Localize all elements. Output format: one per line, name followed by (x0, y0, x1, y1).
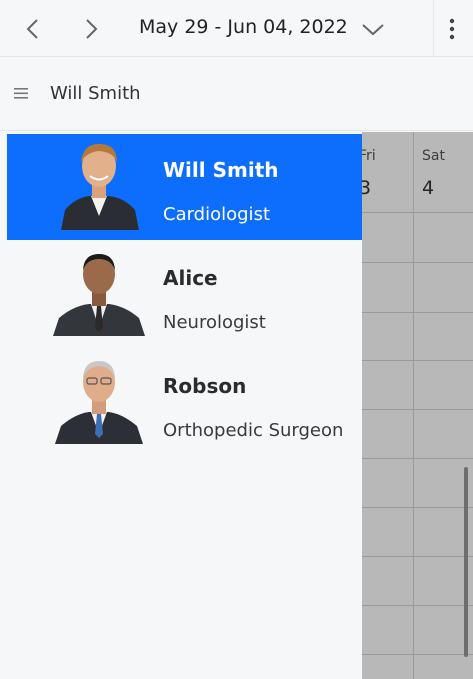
resource-name: Alice (163, 266, 218, 290)
avatar-alice (53, 254, 145, 336)
date-range-label[interactable]: May 29 - Jun 04, 2022 (139, 16, 348, 38)
avatar-robson (55, 361, 143, 444)
toolbar-divider (433, 0, 434, 57)
resource-role: Cardiologist (163, 204, 270, 225)
resource-item-robson[interactable]: Robson Orthopedic Surgeon (7, 350, 362, 456)
next-button[interactable] (74, 12, 108, 46)
avatar-will-smith (61, 143, 139, 230)
more-vertical-icon (449, 18, 455, 40)
resource-role: Orthopedic Surgeon (163, 420, 344, 441)
chevron-down-icon (362, 24, 384, 36)
resource-header: Will Smith (0, 57, 473, 131)
resource-role: Neurologist (163, 312, 266, 333)
chevron-left-icon (26, 19, 38, 39)
scrollbar-thumb[interactable] (464, 467, 468, 657)
previous-button[interactable] (16, 12, 50, 46)
resource-name: Robson (163, 374, 247, 398)
resource-list-drawer: Will Smith Cardiologist Alice Neurologis… (0, 132, 362, 679)
selected-resource-name: Will Smith (50, 83, 141, 104)
resource-item-alice[interactable]: Alice Neurologist (7, 242, 362, 348)
resource-menu-button[interactable] (14, 85, 30, 104)
toolbar: May 29 - Jun 04, 2022 (0, 0, 473, 57)
menu-icon (14, 88, 28, 99)
chevron-right-icon (86, 19, 98, 39)
resource-name: Will Smith (163, 158, 279, 182)
resource-item-will-smith[interactable]: Will Smith Cardiologist (7, 134, 362, 240)
date-picker-toggle[interactable] (360, 16, 386, 46)
more-options-button[interactable] (445, 16, 459, 46)
